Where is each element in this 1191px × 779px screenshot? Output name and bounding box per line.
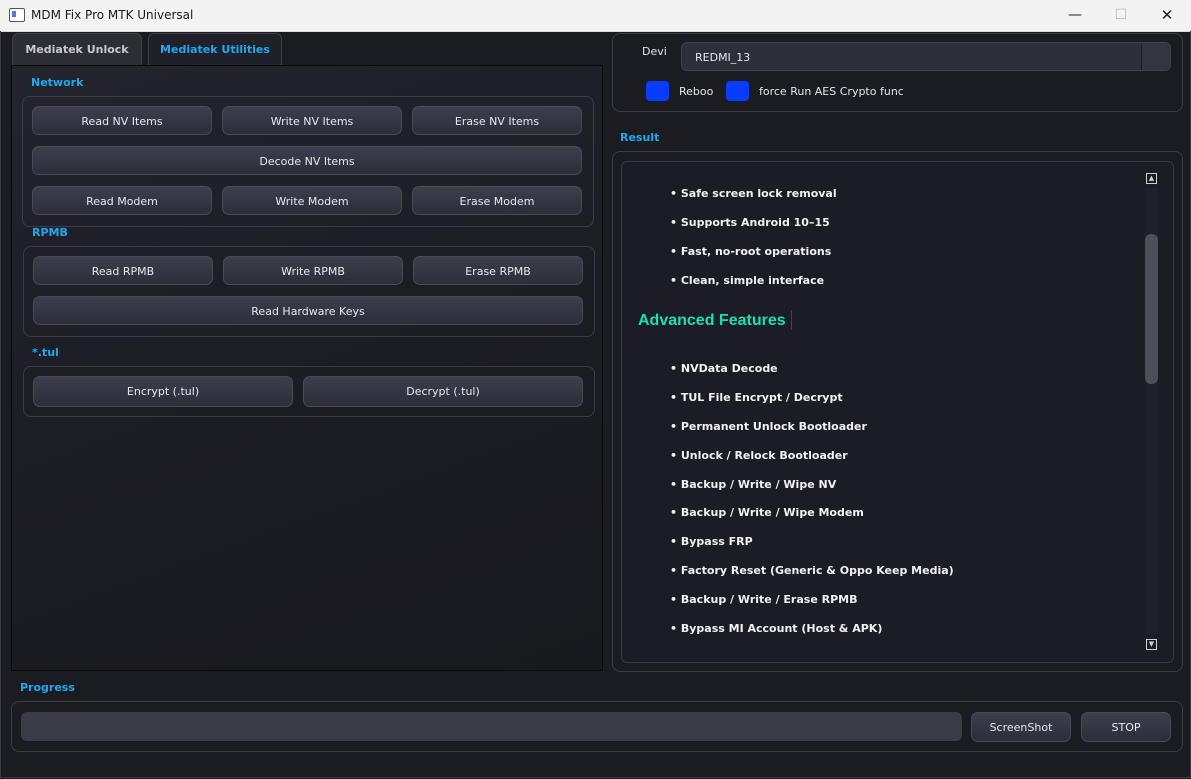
list-item: • Fast, no-root operations [670, 245, 832, 258]
tab-mediatek-unlock[interactable]: Mediatek Unlock [12, 33, 142, 67]
dropdown-arrow-icon[interactable] [1141, 43, 1170, 70]
erase-modem-button[interactable]: Erase Modem [412, 186, 582, 215]
aes-crypto-label: force Run AES Crypto functic [759, 85, 903, 98]
list-item: • Backup / Write / Wipe NV [670, 478, 837, 491]
device-label: Devi [642, 45, 667, 58]
erase-nv-items-button[interactable]: Erase NV Items [412, 106, 582, 135]
decode-nv-items-button[interactable]: Decode NV Items [32, 146, 582, 175]
stop-button[interactable]: STOP [1081, 712, 1171, 742]
list-item: • NVData Decode [670, 362, 778, 375]
minimize-button[interactable]: — [1052, 0, 1098, 31]
write-modem-button[interactable]: Write Modem [222, 186, 402, 215]
list-item: • Backup / Write / Erase RPMB [670, 593, 858, 606]
progress-section-title: Progress [20, 681, 75, 694]
result-text-area[interactable] [621, 161, 1174, 663]
decrypt-tul-button[interactable]: Decrypt (.tul) [303, 376, 583, 407]
window-title: MDM Fix Pro MTK Universal [31, 8, 194, 22]
device-selected-value: REDMI_13 [695, 51, 751, 64]
device-select[interactable]: REDMI_13 [681, 42, 1171, 71]
scroll-down-icon[interactable]: ▼ [1146, 639, 1157, 650]
text-cursor [791, 310, 792, 330]
screenshot-button[interactable]: ScreenShot [971, 712, 1071, 742]
list-item: • Bypass FRP [670, 535, 753, 548]
app-icon [9, 8, 25, 22]
tab-mediatek-utilities[interactable]: Mediatek Utilities [148, 33, 282, 66]
tul-section-title: *.tul [32, 346, 59, 359]
scroll-up-icon[interactable]: ▲ [1146, 173, 1157, 184]
close-button[interactable]: ✕ [1144, 0, 1190, 31]
list-item: • Backup / Write / Wipe Modem [670, 506, 864, 519]
reboot-checkbox[interactable] [646, 81, 669, 101]
read-hardware-keys-button[interactable]: Read Hardware Keys [33, 296, 583, 325]
list-item: • Safe screen lock removal [670, 187, 837, 200]
advanced-features-heading: Advanced Features [638, 312, 786, 329]
maximize-button[interactable]: ☐ [1098, 0, 1144, 31]
progress-bar [21, 712, 962, 741]
list-item: • TUL File Encrypt / Decrypt [670, 391, 843, 404]
list-item: • Unlock / Relock Bootloader [670, 449, 848, 462]
scrollbar-thumb[interactable] [1145, 234, 1158, 384]
read-rpmb-button[interactable]: Read RPMB [33, 256, 213, 285]
write-nv-items-button[interactable]: Write NV Items [222, 106, 402, 135]
result-section-title: Result [620, 131, 660, 144]
read-modem-button[interactable]: Read Modem [32, 186, 212, 215]
list-item: • Factory Reset (Generic & Oppo Keep Med… [670, 564, 954, 577]
network-section-title: Network [31, 76, 84, 89]
title-bar: MDM Fix Pro MTK Universal — ☐ ✕ [0, 0, 1191, 32]
list-item: • Bypass MI Account (Host & APK) [670, 622, 883, 635]
list-item: • Supports Android 10–15 [670, 216, 830, 229]
reboot-label: Reboo [679, 85, 713, 98]
list-item: • Permanent Unlock Bootloader [670, 420, 867, 433]
rpmb-section-title: RPMB [32, 226, 68, 239]
encrypt-tul-button[interactable]: Encrypt (.tul) [33, 376, 293, 407]
read-nv-items-button[interactable]: Read NV Items [32, 106, 212, 135]
write-rpmb-button[interactable]: Write RPMB [223, 256, 403, 285]
aes-crypto-checkbox[interactable] [726, 81, 749, 101]
list-item: • Clean, simple interface [670, 274, 825, 287]
erase-rpmb-button[interactable]: Erase RPMB [413, 256, 583, 285]
